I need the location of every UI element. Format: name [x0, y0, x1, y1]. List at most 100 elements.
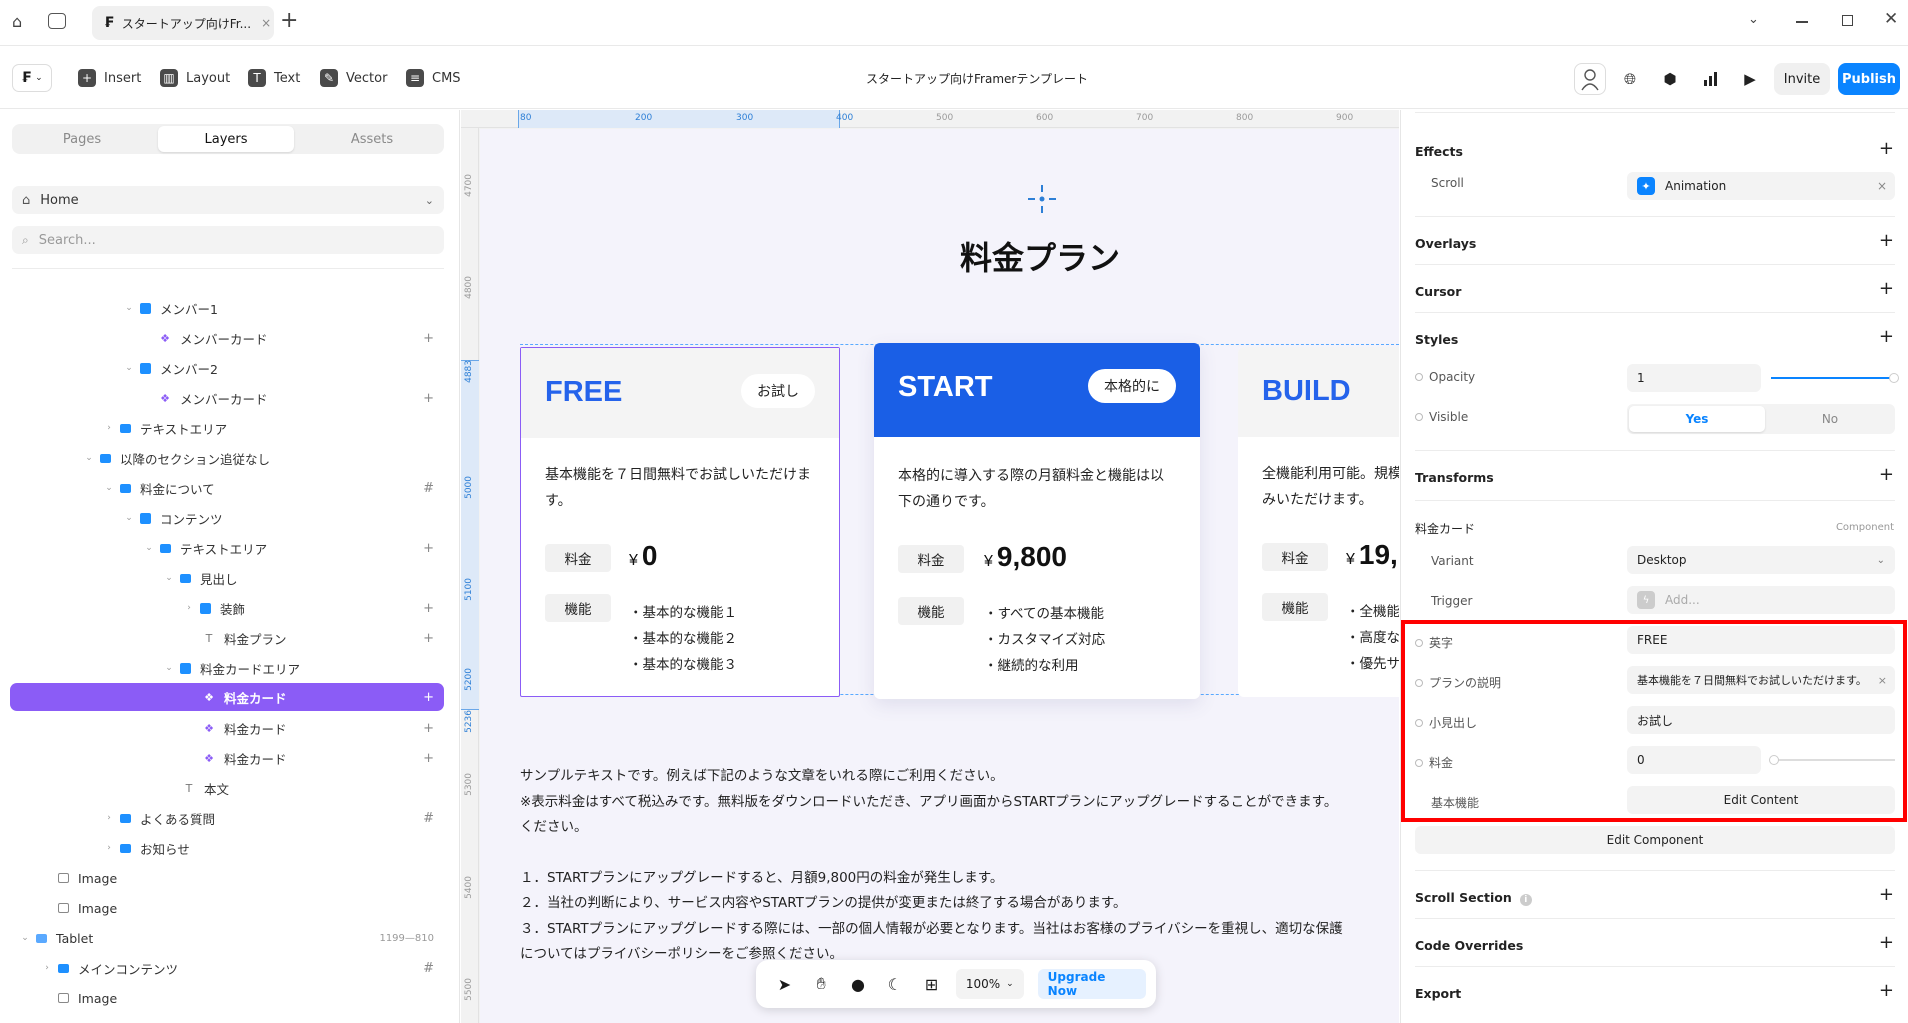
layer-row-selected[interactable]: ❖ 料金カード +: [10, 683, 444, 711]
trigger-input[interactable]: ϟ Add...: [1627, 586, 1895, 614]
price-card-start[interactable]: START 本格的に 本格的に導入する際の月額料金と機能は以下の通りです。 料金…: [874, 343, 1200, 699]
preview-play-icon[interactable]: ▶: [1734, 63, 1766, 95]
layer-row[interactable]: ⌄ Tablet 1199—810: [10, 924, 444, 952]
layer-row[interactable]: ⌄ 見出し: [10, 564, 444, 592]
avatar[interactable]: [1574, 63, 1606, 95]
upgrade-button[interactable]: Upgrade Now: [1037, 969, 1146, 999]
animation-effect[interactable]: ✦ Animation ×: [1627, 172, 1895, 200]
opacity-input[interactable]: 1: [1627, 364, 1761, 392]
layer-row[interactable]: › 装飾 +: [10, 594, 444, 622]
visible-yes-option[interactable]: Yes: [1629, 406, 1765, 432]
layer-row[interactable]: ⌄ メンバー1: [10, 294, 444, 322]
framer-menu-button[interactable]: ₣ ⌄: [12, 64, 52, 92]
layer-row[interactable]: T 本文: [10, 774, 444, 802]
text-button[interactable]: T Text: [248, 66, 300, 90]
body-text[interactable]: サンプルテキストです。例えば下記のような文章をいれる際にご利用ください。 ※表示…: [520, 764, 1399, 968]
tab-pages[interactable]: Pages: [14, 126, 150, 152]
publish-button[interactable]: Publish: [1838, 63, 1900, 95]
add-overlay-icon[interactable]: +: [1879, 230, 1894, 251]
component-tag: Component: [1835, 522, 1894, 533]
add-code-override-icon[interactable]: +: [1879, 932, 1894, 953]
layer-row[interactable]: › テキストエリア: [10, 414, 444, 442]
price-card-free[interactable]: FREE お試し 基本機能を７日間無料でお試しいただけます。 料金 ¥0 機能 …: [520, 347, 840, 697]
add-icon[interactable]: +: [423, 391, 434, 406]
layer-row[interactable]: ⌄ 以降のセクション追従なし: [10, 444, 444, 472]
zoom-select[interactable]: 100% ⌄: [955, 969, 1024, 999]
settings-hexagon-icon[interactable]: ⬢: [1654, 63, 1686, 95]
home-icon[interactable]: ⌂: [12, 12, 32, 32]
minimize-icon[interactable]: [1796, 21, 1808, 23]
add-icon[interactable]: +: [423, 601, 434, 616]
analytics-icon[interactable]: [1694, 63, 1726, 95]
add-icon[interactable]: +: [423, 751, 434, 766]
page-frame[interactable]: 料金プラン FREE お試し 基本機能を７日間無料でお試しいただけます。 料金 …: [480, 129, 1399, 1023]
add-icon[interactable]: +: [423, 690, 434, 705]
ruler-tick: 200: [635, 113, 653, 123]
browser-tab[interactable]: ₣ スタートアップ向けFr... ×: [92, 6, 274, 40]
add-icon[interactable]: +: [423, 331, 434, 346]
layer-search-input[interactable]: ⌕ Search...: [12, 226, 444, 254]
info-icon[interactable]: i: [1519, 894, 1532, 906]
chevron-down-icon[interactable]: ⌄: [1748, 12, 1759, 27]
hand-tool-icon[interactable]: ✋︎: [803, 974, 840, 994]
tab-assets[interactable]: Assets: [304, 126, 440, 152]
vector-button[interactable]: ✎ Vector: [320, 66, 387, 90]
section-heading[interactable]: 料金プラン: [960, 233, 1120, 279]
layer-row[interactable]: Image: [10, 984, 444, 1012]
layer-row[interactable]: ⌄ 料金について #: [10, 474, 444, 502]
add-scroll-section-icon[interactable]: +: [1879, 884, 1894, 905]
document-title[interactable]: スタートアップ向けFramerテンプレート: [866, 70, 1088, 87]
layout-button[interactable]: ▥ Layout: [160, 66, 230, 90]
select-tool-icon[interactable]: ➤: [766, 975, 803, 994]
tab-close-icon[interactable]: ×: [261, 16, 271, 30]
layer-row[interactable]: Image: [10, 864, 444, 892]
new-tab-icon[interactable]: +: [280, 8, 298, 33]
grid-icon[interactable]: #: [423, 481, 434, 496]
edit-component-button[interactable]: Edit Component: [1415, 826, 1895, 854]
layer-row[interactable]: › メインコンテンツ #: [10, 954, 444, 982]
layer-row[interactable]: ⌄ コンテンツ: [10, 504, 444, 532]
inbox-icon[interactable]: [48, 13, 66, 29]
add-style-icon[interactable]: +: [1879, 326, 1894, 347]
tab-layers[interactable]: Layers: [158, 126, 294, 152]
layer-row[interactable]: ⌄ 料金カードエリア: [10, 654, 444, 682]
close-window-icon[interactable]: ✕: [1884, 9, 1898, 29]
add-export-icon[interactable]: +: [1879, 980, 1894, 1001]
visible-no-option[interactable]: No: [1767, 406, 1893, 432]
cms-button[interactable]: ≡ CMS: [406, 66, 461, 90]
grid-icon[interactable]: #: [423, 961, 434, 976]
layer-row[interactable]: ❖ メンバーカード +: [10, 384, 444, 412]
section-overlays: Overlays: [1415, 236, 1477, 251]
add-icon[interactable]: +: [423, 721, 434, 736]
variant-select[interactable]: Desktop ⌄: [1627, 546, 1895, 574]
layer-row[interactable]: ⌄ メンバー2: [10, 354, 444, 382]
design-canvas[interactable]: 80 200 300 400 500 600 700 800 900 4700 …: [461, 110, 1399, 1023]
dark-mode-icon[interactable]: ☾: [876, 975, 913, 994]
layer-row[interactable]: ❖ メンバーカード +: [10, 324, 444, 352]
comment-icon[interactable]: ●: [840, 975, 877, 994]
page-select[interactable]: ⌂ Home ⌄: [12, 186, 444, 214]
invite-button[interactable]: Invite: [1774, 63, 1830, 95]
add-icon[interactable]: +: [423, 631, 434, 646]
layer-row[interactable]: Image: [10, 894, 444, 922]
remove-icon[interactable]: ×: [1877, 179, 1887, 193]
slider-thumb[interactable]: [1889, 373, 1899, 383]
layer-row[interactable]: › よくある質問 #: [10, 804, 444, 832]
add-transform-icon[interactable]: +: [1879, 464, 1894, 485]
layer-row[interactable]: ❖ 料金カード +: [10, 714, 444, 742]
layer-row[interactable]: T 料金プラン +: [10, 624, 444, 652]
plan-tag: お試し: [741, 374, 815, 408]
layer-row[interactable]: ❖ 料金カード +: [10, 744, 444, 772]
restore-icon[interactable]: [1842, 15, 1853, 26]
add-cursor-icon[interactable]: +: [1879, 278, 1894, 299]
globe-icon[interactable]: 🌐︎: [1614, 63, 1646, 95]
opacity-slider[interactable]: [1771, 373, 1899, 383]
price-card-build[interactable]: BUILD 全機能利用可能。規模みいただけます。 料金 ¥19, 機能 ・全機能…: [1238, 347, 1399, 697]
layer-row[interactable]: ⌄ テキストエリア +: [10, 534, 444, 562]
plugins-icon[interactable]: ⊞: [913, 975, 950, 994]
layer-row[interactable]: › お知らせ: [10, 834, 444, 862]
grid-icon[interactable]: #: [423, 811, 434, 826]
add-icon[interactable]: +: [423, 541, 434, 556]
add-effect-icon[interactable]: +: [1879, 138, 1894, 159]
insert-button[interactable]: + Insert: [78, 66, 141, 90]
